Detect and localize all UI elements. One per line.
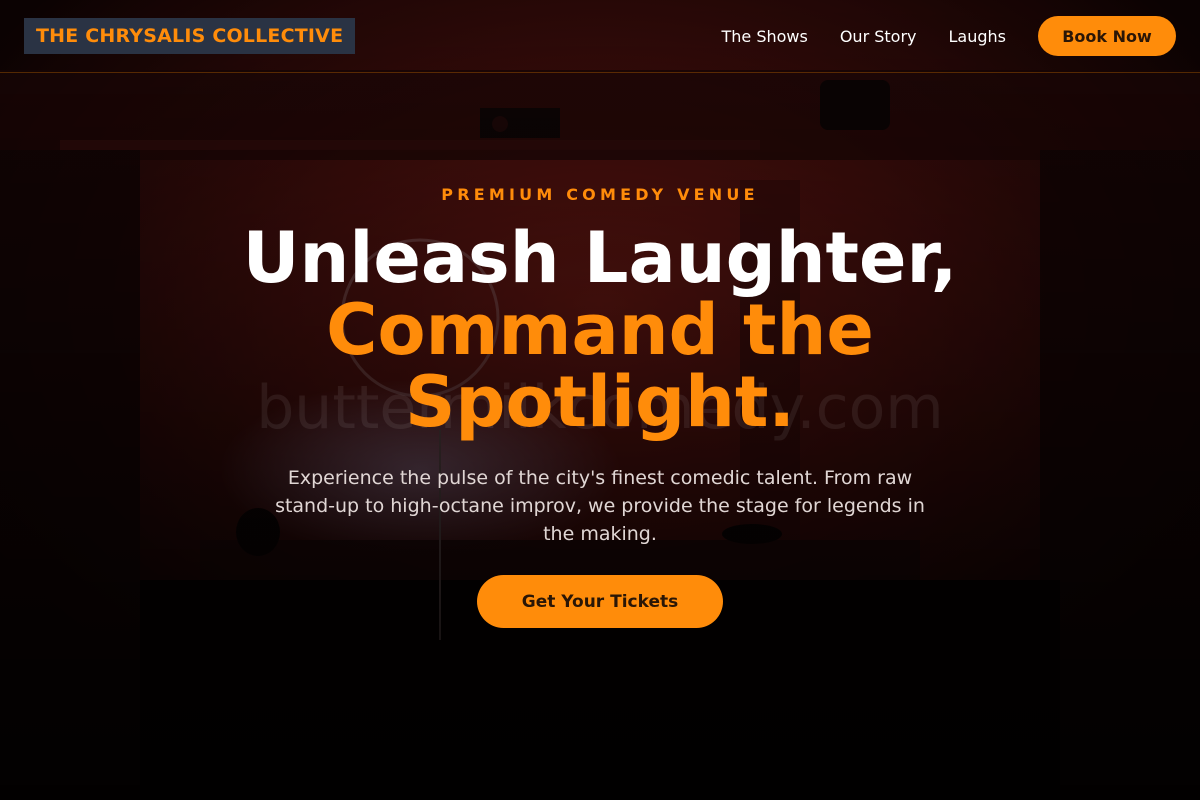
hero-eyebrow: PREMIUM COMEDY VENUE bbox=[441, 185, 759, 204]
headline-line-3: Spotlight. bbox=[404, 361, 796, 443]
get-tickets-button[interactable]: Get Your Tickets bbox=[477, 575, 723, 628]
hero-headline: Unleash Laughter, Command the Spotlight. bbox=[0, 222, 1200, 438]
headline-line-1: Unleash Laughter, bbox=[242, 217, 958, 299]
headline-line-2: Command the bbox=[326, 289, 874, 371]
hero-section: PREMIUM COMEDY VENUE Unleash Laughter, C… bbox=[0, 0, 1200, 800]
hero-subtext: Experience the pulse of the city's fines… bbox=[275, 467, 925, 545]
